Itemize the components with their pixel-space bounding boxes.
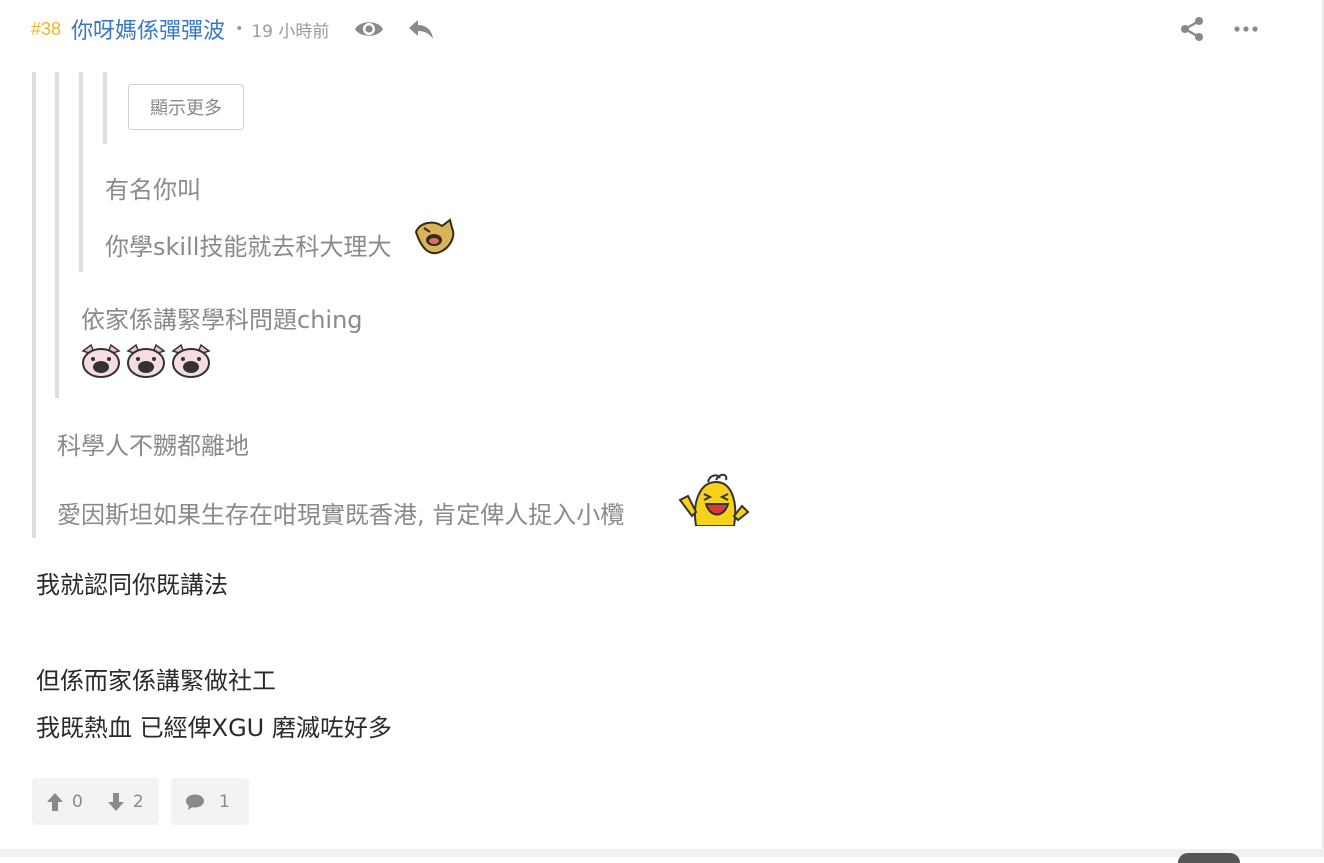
post-number[interactable]: #38 [31, 19, 61, 40]
comment-icon [186, 794, 204, 810]
reply-text: 我就認同你既講法 [36, 571, 228, 599]
bottom-bar [0, 849, 1324, 863]
thumbs-up-icon [47, 792, 63, 811]
vote-box: 0 2 [32, 778, 159, 825]
reply-text: 但係而家係講緊做社工 [36, 667, 276, 695]
banana-emoji-icon [414, 218, 455, 255]
upvote-button[interactable]: 0 [46, 792, 83, 812]
quote-text: 有名你叫 [105, 176, 201, 204]
downvote-count: 2 [132, 791, 144, 812]
quote-text: 科學人不嬲都離地 [57, 432, 249, 460]
comment-button[interactable]: 1 [185, 792, 230, 812]
share-icon[interactable] [1176, 14, 1208, 44]
quote-text: 依家係講緊學科問題ching [81, 306, 363, 334]
quote-text: 愛因斯坦如果生存在咁現實既香港, 肯定俾人捉入小欖 [57, 501, 625, 529]
laughing-chick-emoji-icon [678, 473, 750, 526]
downvote-button[interactable]: 2 [107, 792, 144, 812]
reply-text: 我既熱血 已經俾XGU 磨滅咗好多 [36, 714, 392, 742]
eye-icon[interactable] [353, 14, 385, 44]
author-name[interactable]: 你呀媽係彈彈波 [71, 13, 225, 45]
more-icon[interactable] [1230, 14, 1262, 44]
upvote-count: 0 [72, 791, 83, 812]
reply-count: 1 [219, 791, 230, 812]
separator-dot: • [235, 21, 244, 37]
post-header: #38 你呀媽係彈彈波 • 19 小時前 [31, 14, 1284, 44]
post-time: 19 小時前 [251, 21, 330, 42]
quote-text: 你學skill技能就去科大理大 [105, 233, 392, 261]
pig-emoji-icon [81, 343, 211, 378]
show-more-button[interactable]: 顯示更多 [128, 84, 244, 130]
reply-icon[interactable] [405, 14, 437, 44]
thumbs-down-icon [107, 792, 124, 811]
scroll-nub [1178, 853, 1240, 863]
comment-box[interactable]: 1 [171, 778, 249, 825]
